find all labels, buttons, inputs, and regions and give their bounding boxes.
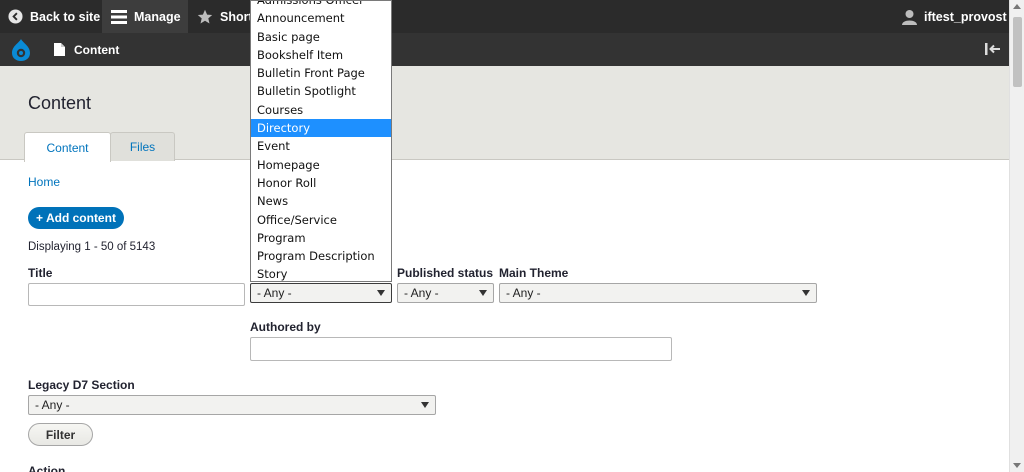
dropdown-option[interactable]: Story	[251, 265, 391, 281]
content-type-value: - Any -	[257, 286, 292, 300]
dropdown-option[interactable]: Program Description	[251, 247, 391, 265]
tab-content[interactable]: Content	[24, 132, 111, 162]
chevron-down-icon	[421, 402, 429, 408]
dropdown-option[interactable]: Basic page	[251, 28, 391, 46]
dropdown-option[interactable]: Office/Service	[251, 211, 391, 229]
title-filter-input[interactable]	[28, 283, 245, 306]
star-icon	[197, 9, 213, 25]
main-theme-select[interactable]: - Any -	[499, 283, 817, 303]
dropdown-option[interactable]: Directory	[251, 119, 391, 138]
back-arrow-icon	[8, 9, 23, 24]
dropdown-option[interactable]: Courses	[251, 101, 391, 119]
published-status-value: - Any -	[404, 286, 439, 300]
toolbar-tray: Content	[0, 33, 1009, 66]
results-count: Displaying 1 - 50 of 5143	[28, 241, 156, 253]
user-name: iftest_provost	[924, 9, 1007, 24]
dropdown-option[interactable]: Bulletin Front Page	[251, 64, 391, 82]
legacy-section-label: Legacy D7 Section	[28, 378, 135, 392]
dropdown-option[interactable]: Bookshelf Item	[251, 46, 391, 64]
page-scrollbar[interactable]	[1009, 0, 1024, 472]
tab-files[interactable]: Files	[110, 132, 175, 161]
back-to-site-link[interactable]: Back to site	[0, 0, 102, 33]
published-status-select[interactable]: - Any -	[397, 283, 494, 303]
shortcuts-menu-button[interactable]: Shortcuts	[188, 0, 278, 33]
scroll-thumb[interactable]	[1013, 17, 1022, 87]
action-label: Action	[28, 464, 66, 472]
chevron-down-icon	[479, 290, 487, 296]
content-type-dropdown[interactable]: Admissions Officer Announcement Basic page…	[250, 0, 392, 282]
dropdown-option[interactable]: Bulletin Spotlight	[251, 82, 391, 100]
authored-by-label: Authored by	[250, 320, 321, 334]
back-to-site-label: Back to site	[30, 9, 101, 24]
page-title: Content	[28, 93, 92, 113]
manage-menu-button[interactable]: Manage	[102, 0, 188, 33]
dropdown-option-list: Admissions Officer Announcement Basic page…	[251, 1, 391, 281]
scroll-up-arrow-icon[interactable]	[1013, 4, 1021, 9]
dropdown-option[interactable]: Event	[251, 137, 391, 155]
dropdown-option[interactable]: Honor Roll	[251, 174, 391, 192]
user-icon	[902, 9, 917, 25]
main-theme-value: - Any -	[506, 286, 541, 300]
breadcrumb-home[interactable]: Home	[28, 175, 60, 189]
main-theme-label: Main Theme	[499, 266, 569, 280]
chevron-down-icon	[377, 290, 385, 296]
dropdown-option[interactable]: Program	[251, 229, 391, 247]
admin-toolbar: Back to site Manage Shortcuts iftest_pro…	[0, 0, 1009, 33]
drupal-logo-icon[interactable]	[10, 38, 32, 65]
hamburger-icon	[111, 9, 127, 24]
chevron-down-icon	[802, 290, 810, 296]
dropdown-option[interactable]: News	[251, 192, 391, 210]
add-content-button[interactable]: + Add content	[28, 207, 124, 229]
document-icon	[54, 43, 65, 56]
authored-by-input[interactable]	[250, 337, 672, 361]
tray-content-label: Content	[74, 42, 120, 57]
user-menu-button[interactable]: iftest_provost	[898, 0, 1009, 33]
legacy-section-value: - Any -	[35, 398, 70, 412]
scroll-down-arrow-icon[interactable]	[1013, 463, 1021, 468]
dropdown-option[interactable]: Announcement	[251, 9, 391, 27]
dropdown-option[interactable]: Admissions Officer	[251, 1, 391, 9]
manage-label: Manage	[134, 9, 181, 24]
page-header: Content Content Files	[0, 66, 1009, 162]
toggle-orientation-icon[interactable]	[984, 42, 1002, 59]
content-type-select[interactable]: - Any -	[250, 283, 392, 303]
dropdown-option[interactable]: Homepage	[251, 156, 391, 174]
published-status-label: Published status	[397, 266, 494, 280]
legacy-section-select[interactable]: - Any -	[28, 395, 436, 415]
filter-button[interactable]: Filter	[28, 423, 93, 446]
title-filter-label: Title	[28, 266, 53, 280]
tray-content-link[interactable]: Content	[54, 33, 119, 66]
